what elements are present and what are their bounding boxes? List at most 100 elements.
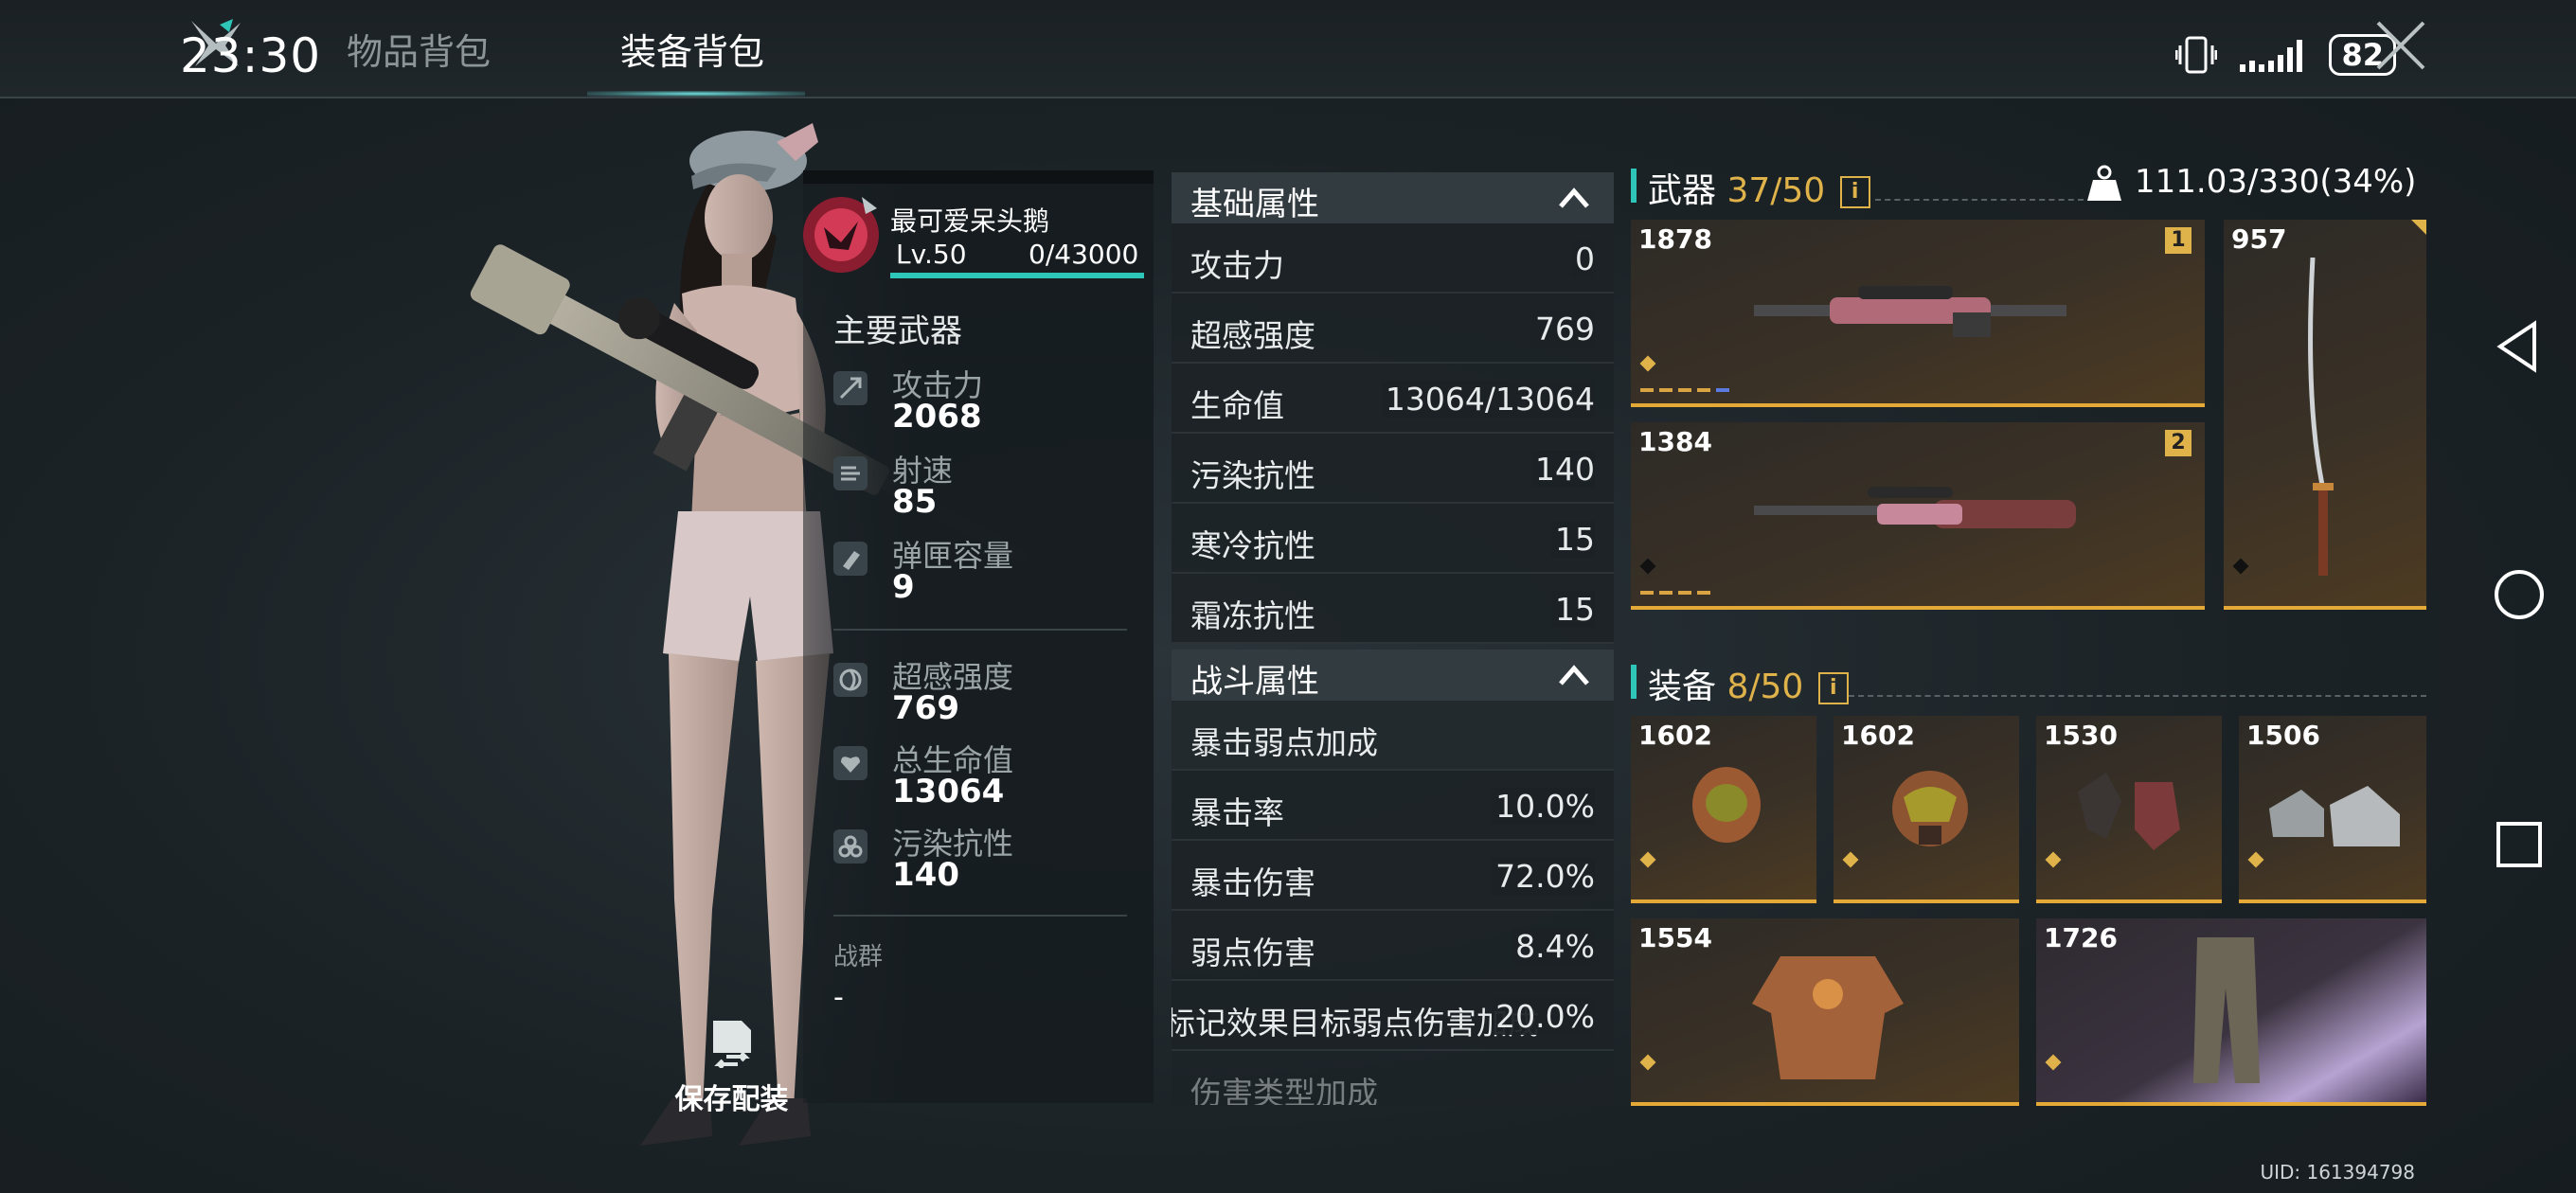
stat-value: 140 <box>892 856 959 894</box>
attribute-row: 标记效果目标弱点伤害加成 20.0% <box>1172 981 1614 1051</box>
equipment-slot[interactable]: 1506 <box>2239 716 2426 903</box>
save-loadout-icon <box>712 1021 751 1070</box>
equipment-slot[interactable]: 1602 <box>1631 716 1816 903</box>
home-nav-icon[interactable] <box>2481 557 2557 632</box>
back-nav-icon[interactable] <box>2481 309 2557 384</box>
attribute-row: 暴击率 10.0% <box>1172 771 1614 841</box>
magazine-icon <box>833 542 868 576</box>
helmet-icon <box>1692 767 1761 843</box>
weapons-accent-bar <box>1631 169 1637 203</box>
attribute-label: 霜冻抗性 <box>1190 597 1315 634</box>
gloves-icon <box>2078 773 2180 850</box>
attribute-row: 攻击力 0 <box>1172 223 1614 294</box>
rarity-diamond-icon <box>1639 851 1656 868</box>
combat-attributes-header[interactable]: 战斗属性 <box>1172 650 1614 701</box>
attribute-value: 20.0% <box>1492 998 1595 1035</box>
save-loadout-button[interactable]: 保存配装 <box>663 1015 800 1117</box>
attribute-row: 霜冻抗性 15 <box>1172 574 1614 644</box>
fire-rate-icon <box>833 456 868 490</box>
player-exp: 0/43000 <box>1029 239 1139 270</box>
attribute-value: 140 <box>1531 451 1595 488</box>
main-weapon-title: 主要武器 <box>833 312 962 350</box>
attribute-label: 超感强度 <box>1190 317 1315 354</box>
item-power: 1602 <box>1841 720 1915 751</box>
item-power: 1602 <box>1638 720 1712 751</box>
attribute-label: 污染抗性 <box>1190 457 1315 494</box>
slot-number-badge: 2 <box>2165 430 2191 456</box>
attribute-row: 暴击伤害 72.0% <box>1172 841 1614 911</box>
attribute-label: 暴击率 <box>1190 794 1284 831</box>
base-attributes-header[interactable]: 基础属性 <box>1172 172 1614 223</box>
attributes-panel[interactable]: 基础属性 攻击力 0 超感强度 769 生命值 13064/13064 污染抗性 140… <box>1172 172 1614 1105</box>
rarity-diamond-icon <box>2232 558 2249 575</box>
player-avatar[interactable] <box>796 189 886 280</box>
weapons-count: 37/50 <box>1726 171 1826 210</box>
close-icon[interactable] <box>2372 17 2429 74</box>
tab-item-bag[interactable]: 物品背包 <box>347 23 491 75</box>
stat-value: 2068 <box>892 398 982 436</box>
psi-icon <box>833 663 868 697</box>
weapon-slot[interactable]: 1384 2 <box>1631 422 2205 610</box>
item-power: 1726 <box>2044 922 2118 953</box>
attribute-value: 10.0% <box>1492 788 1595 825</box>
clan-label: 战群 <box>833 943 884 971</box>
top-bar: 23:30 物品背包 装备背包 82 <box>0 0 2576 98</box>
attribute-value: 769 <box>1531 311 1595 347</box>
weight-capacity: 111.03/330(34%) <box>2135 163 2417 201</box>
armor-icon <box>1752 956 1904 1079</box>
stat-health: 总生命值 13064 <box>833 737 1155 812</box>
attribute-subheader: 暴击弱点加成 <box>1172 701 1614 771</box>
rarity-diamond-icon <box>1842 851 1859 868</box>
sniper-rifle-icon <box>1754 286 2066 337</box>
stat-value: 769 <box>892 689 959 727</box>
shoes-icon <box>2269 786 2400 846</box>
tab-equipment-bag[interactable]: 装备背包 <box>620 23 764 75</box>
clock: 23:30 <box>180 28 322 83</box>
equipment-accent-bar <box>1631 665 1637 699</box>
attribute-value: 0 <box>1571 240 1595 277</box>
weight-icon <box>2087 165 2121 201</box>
item-power: 1530 <box>2044 720 2118 751</box>
attribute-row: 污染抗性 140 <box>1172 434 1614 504</box>
info-icon[interactable]: i <box>1817 672 1849 704</box>
chevron-up-icon[interactable] <box>1559 665 1589 686</box>
section-title: 基础属性 <box>1190 186 1319 223</box>
bolt-rifle-icon <box>1754 487 2076 528</box>
katana-icon <box>2308 258 2334 576</box>
weapon-slot[interactable]: 1878 1 <box>1631 220 2205 407</box>
gas-mask-icon <box>1892 771 1968 846</box>
rarity-diamond-icon <box>1639 558 1656 575</box>
item-power: 1554 <box>1638 922 1712 953</box>
attribute-row: 寒冷抗性 15 <box>1172 504 1614 574</box>
equipment-title-label: 装备 <box>1648 668 1717 706</box>
divider <box>833 629 1127 631</box>
equipment-slot[interactable]: 1554 <box>1631 918 2019 1106</box>
attack-icon <box>833 371 868 405</box>
equipment-slot[interactable]: 1726 <box>2036 918 2426 1106</box>
item-power: 1384 <box>1638 426 1712 457</box>
attribute-value: 72.0% <box>1492 858 1595 895</box>
recents-nav-icon[interactable] <box>2481 807 2557 882</box>
attribute-row: 超感强度 769 <box>1172 294 1614 364</box>
rarity-diamond-icon <box>1639 355 1656 372</box>
stat-fire-rate: 射速 85 <box>833 447 1155 523</box>
attribute-label: 弱点伤害 <box>1190 935 1315 971</box>
attribute-label: 生命值 <box>1190 387 1284 424</box>
item-power: 1506 <box>2246 720 2320 751</box>
chevron-up-icon[interactable] <box>1559 187 1589 208</box>
exp-bar <box>890 273 1144 278</box>
system-status: 82 <box>2175 34 2396 76</box>
equipment-slot[interactable]: 1602 <box>1834 716 2019 903</box>
info-icon[interactable]: i <box>1839 176 1870 208</box>
attribute-row: 伤害类型加成 <box>1172 1051 1614 1105</box>
signal-icon <box>2240 40 2303 72</box>
equipment-slot[interactable]: 1530 <box>2036 716 2222 903</box>
rarity-diamond-icon <box>2045 851 2062 868</box>
stat-pollution-resistance: 污染抗性 140 <box>833 820 1155 896</box>
rarity-diamond-icon <box>1639 1054 1656 1071</box>
divider <box>1849 695 2426 697</box>
section-title: 战斗属性 <box>1190 663 1319 701</box>
health-icon <box>833 746 868 780</box>
weapons-title-label: 武器 <box>1648 171 1717 210</box>
weapon-slot[interactable]: 957 <box>2224 220 2426 610</box>
